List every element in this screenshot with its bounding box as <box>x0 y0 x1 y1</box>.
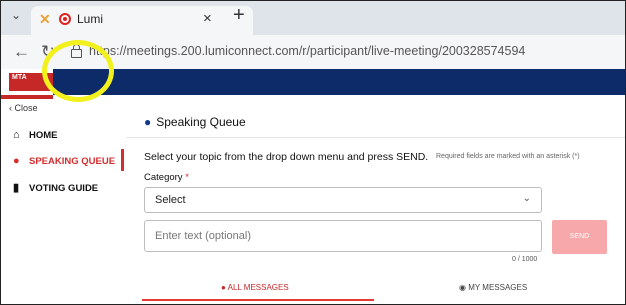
instruction-text: Select your topic from the drop down men… <box>144 151 429 163</box>
sidebar: ‹ Close ⌂ HOME ● SPEAKING QUEUE ▮ VOTING GU… <box>1 99 126 304</box>
document-icon: ▮ <box>13 182 20 194</box>
chevron-down-icon: ⌄ <box>522 193 531 204</box>
required-asterisk: * <box>185 172 189 183</box>
tab-search-chevron-icon[interactable]: ⌄ <box>11 8 21 22</box>
tab-close-button[interactable]: × <box>203 10 212 27</box>
user-icon: ◉ <box>459 283 469 292</box>
sidebar-item-label: VOTING GUIDE <box>29 183 99 194</box>
active-indicator <box>121 149 124 171</box>
message-text-input[interactable]: Enter text (optional) <box>144 220 542 252</box>
sidebar-item-voting-guide[interactable]: ▮ VOTING GUIDE <box>13 181 98 194</box>
sidebar-item-speaking-queue[interactable]: ● SPEAKING QUEUE <box>13 155 115 167</box>
sidebar-item-label: HOME <box>29 130 58 141</box>
character-counter: 0 / 1000 <box>512 256 538 263</box>
category-select[interactable]: Select ⌄ <box>144 187 542 213</box>
recording-icon <box>59 13 71 25</box>
chat-icon: ● <box>13 155 20 167</box>
tab-title: Lumi <box>77 12 104 26</box>
send-button[interactable]: SEND <box>552 220 607 254</box>
sidebar-close-label: Close <box>14 103 38 113</box>
highlight-circle <box>42 40 114 102</box>
sidebar-item-home[interactable]: ⌂ HOME <box>13 129 58 141</box>
sidebar-item-label: SPEAKING QUEUE <box>29 156 116 167</box>
tab-my-messages[interactable]: ◉ MY MESSAGES <box>459 283 527 292</box>
favicon-x-icon: ✕ <box>39 11 51 27</box>
divider <box>126 137 625 138</box>
browser-tab[interactable]: ✕ Lumi × <box>31 6 253 35</box>
new-tab-button[interactable]: + <box>233 5 245 25</box>
browser-tab-bar: ⌄ ✕ Lumi × + <box>1 1 625 35</box>
chat-icon: ● <box>221 283 228 292</box>
url-field[interactable]: https://meetings.200.lumiconnect.com/r/p… <box>89 44 525 58</box>
speaking-queue-panel: ● Speaking Queue Select your topic from t… <box>126 99 625 304</box>
required-note: Required fields are marked with an aster… <box>436 153 580 160</box>
back-arrow-icon[interactable]: ← <box>13 43 30 60</box>
panel-title: ● Speaking Queue <box>144 115 246 129</box>
screenshot-frame: ⌄ ✕ Lumi × + ← ↻ https://meetings.200.lu… <box>0 0 626 305</box>
tab-all-messages[interactable]: ● ALL MESSAGES <box>221 283 289 292</box>
category-label: Category * <box>144 172 189 183</box>
category-select-value: Select <box>155 194 186 206</box>
sidebar-close-button[interactable]: ‹ Close <box>9 103 38 113</box>
message-placeholder: Enter text (optional) <box>155 230 251 242</box>
active-tab-underline <box>142 299 374 301</box>
home-icon: ⌂ <box>13 129 20 141</box>
chevron-left-icon: ‹ <box>9 103 12 113</box>
chat-icon: ● <box>144 115 152 129</box>
